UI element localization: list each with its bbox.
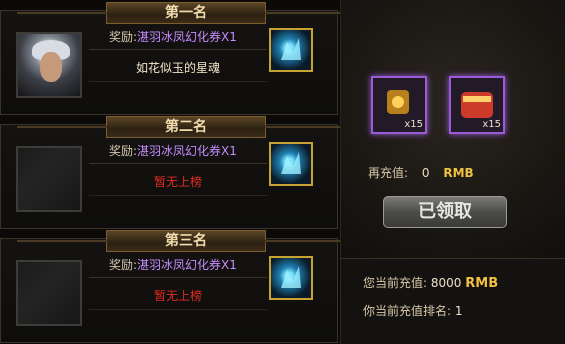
- divider: [89, 277, 267, 278]
- reward-item-name: 湛羽冰凤幻化券X1: [137, 144, 237, 158]
- current-rank-label: 你当前充值排名:: [363, 304, 452, 318]
- scroll-item-card[interactable]: x15: [449, 76, 505, 134]
- item-quantity: x15: [404, 119, 423, 130]
- recharge-unit: RMB: [443, 166, 474, 180]
- current-recharge-value: 8000: [430, 276, 462, 290]
- phoenix-icon: [281, 38, 301, 60]
- reward-text-1: 奖励:湛羽冰凤幻化券X1: [109, 28, 237, 45]
- player-name-3: 暂无上榜: [153, 289, 202, 303]
- rank-panel-2: 第二名 奖励:湛羽冰凤幻化券X1 暂无上榜: [0, 116, 355, 229]
- player-name-1: 如花似玉的星魂: [135, 61, 220, 75]
- divider: [89, 163, 267, 164]
- recharge-value: 0: [421, 166, 430, 180]
- player-avatar[interactable]: [16, 32, 82, 98]
- divider: [89, 81, 267, 82]
- reward-item-name: 湛羽冰凤幻化券X1: [137, 30, 237, 44]
- reward-item-icon-1[interactable]: [269, 28, 313, 72]
- recharge-reward-panel: x15 x15 再充值: 0 RMB 已领取 您当前充值: 8000 RMB 你…: [340, 0, 565, 344]
- reward-item-icon-3[interactable]: [269, 256, 313, 300]
- current-recharge-unit: RMB: [465, 276, 499, 291]
- current-recharge-label: 您当前充值:: [363, 276, 428, 290]
- claimed-button[interactable]: 已领取: [383, 196, 507, 228]
- rank-title-3: 第三名: [17, 230, 355, 252]
- phoenix-icon: [281, 266, 301, 288]
- reward-item-icon-2[interactable]: [269, 142, 313, 186]
- player-name-2: 暂无上榜: [153, 175, 202, 189]
- divider: [89, 195, 267, 196]
- phoenix-icon: [281, 152, 301, 174]
- pendant-item-card[interactable]: x15: [371, 76, 427, 134]
- avatar-face: [40, 52, 62, 82]
- recharge-label: 再充值:: [368, 166, 409, 180]
- rank-panel-3: 第三名 奖励:湛羽冰凤幻化券X1 暂无上榜: [0, 230, 355, 343]
- rank-panel-1: 第一名 奖励:湛羽冰凤幻化券X1 如花似玉的星魂: [0, 2, 355, 115]
- rank-title-2: 第二名: [17, 116, 355, 138]
- reward-prefix: 奖励:: [109, 258, 138, 272]
- divider: [89, 309, 267, 310]
- recharge-needed-line: 再充值: 0 RMB: [368, 164, 474, 181]
- reward-text-2: 奖励:湛羽冰凤幻化券X1: [109, 142, 237, 159]
- current-rank-line: 你当前充值排名: 1: [363, 302, 463, 319]
- reward-item-name: 湛羽冰凤幻化券X1: [137, 258, 237, 272]
- reward-prefix: 奖励:: [109, 30, 138, 44]
- current-recharge-line: 您当前充值: 8000 RMB: [363, 274, 498, 291]
- current-rank-value: 1: [454, 304, 463, 318]
- rank-title-1: 第一名: [17, 2, 355, 24]
- empty-avatar-slot: [16, 146, 82, 212]
- reward-prefix: 奖励:: [109, 144, 138, 158]
- reward-text-3: 奖励:湛羽冰凤幻化券X1: [109, 256, 237, 273]
- divider: [89, 49, 267, 50]
- reward-display-area: x15 x15 再充值: 0 RMB 已领取: [341, 0, 565, 259]
- item-quantity: x15: [482, 119, 501, 130]
- empty-avatar-slot: [16, 260, 82, 326]
